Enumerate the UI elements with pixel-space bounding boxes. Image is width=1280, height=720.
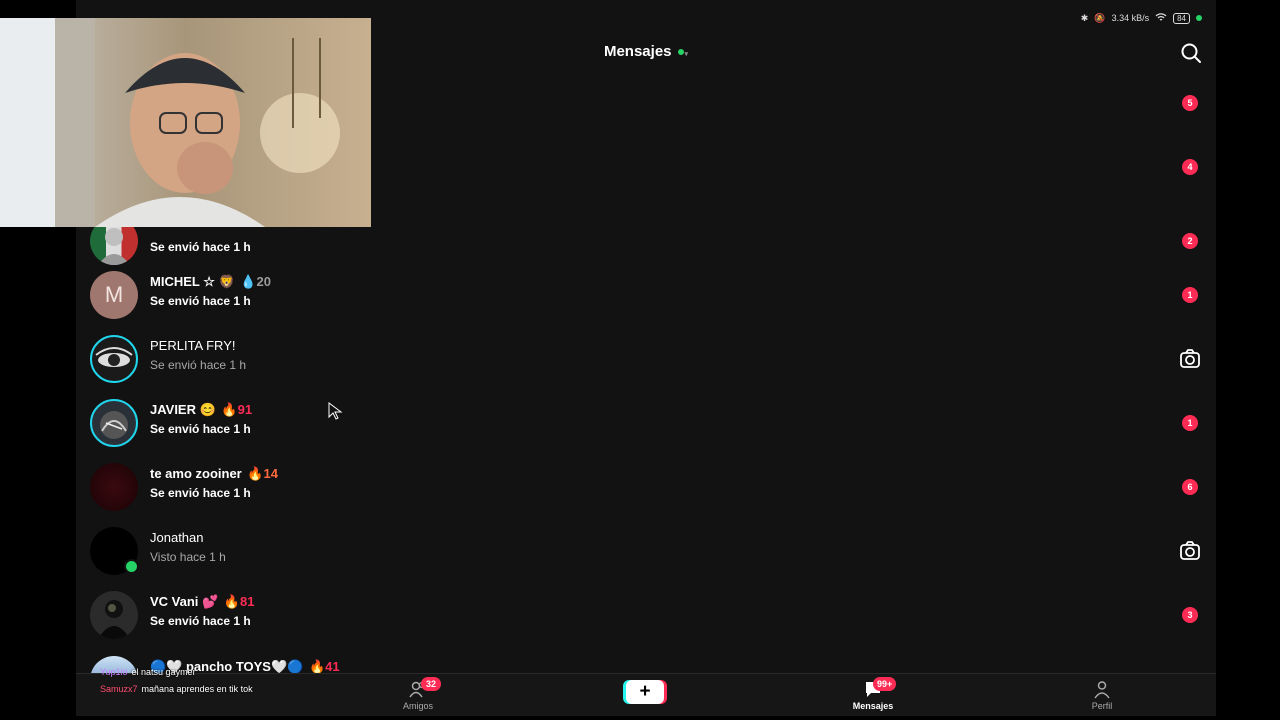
avatar [90,591,138,639]
status-icons: ✱ 🔕 3.34 kB/s 84 [1081,12,1202,24]
conversation-status: Se envió hace 1 h [150,614,251,628]
online-status-dot[interactable] [677,49,684,56]
nav-friends[interactable]: Amigos 32 [378,677,458,711]
unread-badge: 6 [1182,479,1198,495]
conversation-status: Visto hace 1 h [150,550,226,564]
conversation-row[interactable]: JAVIER 😊 🔥91 Se envió hace 1 h 1 [76,391,1216,455]
unread-badge: 1 [1182,287,1198,303]
unread-badge: 1 [1182,415,1198,431]
avatar [90,399,138,447]
online-indicator [124,559,139,574]
conversation-status: Se envió hace 1 h [150,240,251,254]
chat-username: Yup1io [100,667,128,677]
conversation-row[interactable]: VC Vani 💕 🔥81 Se envió hace 1 h 3 [76,583,1216,647]
conversation-row[interactable]: M MICHEL ☆ 🦁 💧20 Se envió hace 1 h 1 [76,263,1216,327]
avatar-letter: M [104,282,124,307]
create-button[interactable]: + [626,680,664,704]
page-title-text: Mensajes [603,43,672,60]
mouse-cursor-icon [328,402,344,425]
camera-button[interactable] [1178,539,1202,563]
nav-messages[interactable]: Mensajes 99+ [833,677,913,711]
conversation-name-text: VC Vani 💕 [150,594,222,609]
search-button[interactable] [1180,42,1202,64]
plus-icon: + [639,681,651,702]
chat-line: Yup1io el natsu gaymer [100,664,330,681]
chat-message: el natsu gaymer [131,667,196,677]
bluetooth-icon: ✱ [1080,12,1089,23]
nav-friends-label: Amigos [402,701,433,711]
nav-messages-label: Mensajes [852,701,894,711]
conversation-name-text: MICHEL ☆ 🦁 [150,274,239,289]
unread-badge: 4 [1182,159,1198,175]
nav-profile-label: Perfil [1091,701,1113,711]
conversation-row[interactable]: Jonathan Visto hace 1 h [76,519,1216,583]
chat-line: Samuzx7 mañana aprendes en tik tok [100,681,330,698]
conversation-status: Se envió hace 1 h [150,486,251,500]
friends-badge: 32 [421,677,441,691]
avatar [90,335,138,383]
conversation-row[interactable]: te amo zooiner 🔥14 Se envió hace 1 h 6 [76,455,1216,519]
profile-icon [1094,681,1110,699]
recording-dot [1196,15,1202,21]
conversation-status: Se envió hace 1 h [150,422,251,436]
conversation-name: VC Vani 💕 🔥81 [150,594,254,610]
conversation-name: PERLITA FRY! [150,338,236,353]
flame-icon: 🔥 [223,594,241,609]
search-icon [1181,43,1201,63]
streak-value: 20 [256,274,271,289]
avatar [90,463,138,511]
mute-icon: 🔕 [1094,12,1106,23]
flame-icon: 🔥 [247,466,264,481]
streak-count: 💧20 [240,274,271,289]
streak-value: 81 [240,594,255,609]
flame-icon: 🔥 [221,402,238,417]
camera-icon [1180,349,1200,368]
camera-button[interactable] [1178,347,1202,371]
conversation-status: Se envió hace 1 h [150,294,251,308]
unread-badge: 3 [1182,607,1198,623]
unread-badge: 5 [1182,95,1198,111]
chevron-down-icon[interactable]: ▾ [685,51,689,58]
webcam-overlay [0,18,371,227]
flame-icon: 💧 [240,274,257,289]
conversation-name-text: te amo zooiner [150,466,246,481]
network-speed: 3.34 kB/s [1111,13,1150,23]
chat-username: Samuzx7 [100,684,138,694]
conversation-name: te amo zooiner 🔥14 [150,466,278,482]
streak-count: 🔥81 [224,594,255,609]
chat-message: mañana aprendes en tik tok [141,684,253,694]
stream-chat-overlay: Yup1io el natsu gaymer Samuzx7 mañana apre… [100,664,330,698]
unread-badge: 2 [1182,233,1198,249]
conversation-name-text: JAVIER 😊 [150,402,220,417]
conversation-row[interactable]: PERLITA FRY! Se envió hace 1 h [76,327,1216,391]
conversation-name: MICHEL ☆ 🦁 💧20 [150,274,271,290]
messages-badge: 99+ [873,677,897,691]
conversation-name: JAVIER 😊 🔥91 [150,402,252,418]
conversation-name: Jonathan [150,530,204,545]
camera-icon [1180,541,1200,560]
streak-value: 91 [237,402,253,417]
streak-count: 🔥14 [247,466,278,481]
wifi-icon [1155,12,1167,24]
streak-count: 🔥91 [221,402,252,417]
nav-profile[interactable]: Perfil [1062,679,1142,711]
streak-value: 14 [263,466,279,481]
conversation-status: Se envió hace 1 h [150,358,247,372]
avatar: M [90,271,138,319]
battery-indicator: 84 [1173,12,1190,24]
